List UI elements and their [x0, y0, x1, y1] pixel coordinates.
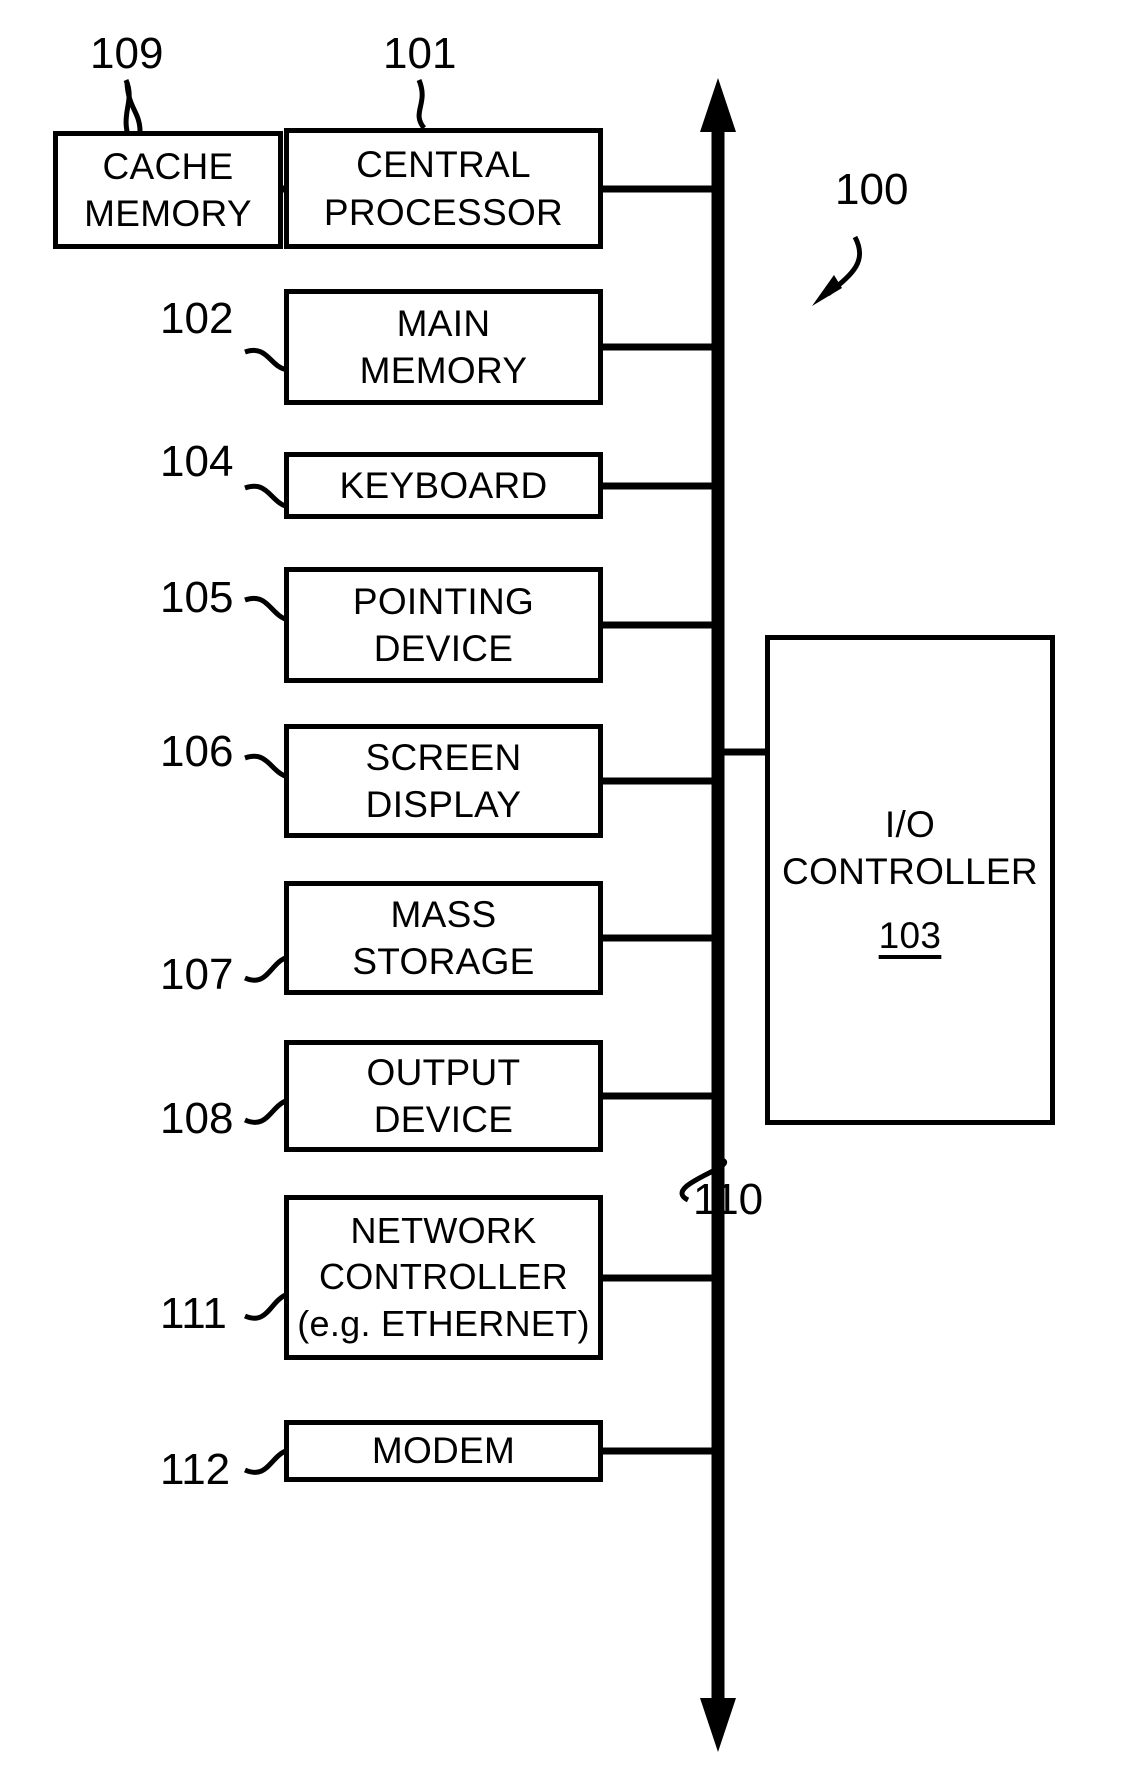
block-output-device[interactable]: OUTPUT DEVICE	[284, 1040, 603, 1152]
ref-104: 104	[160, 437, 234, 486]
block-mass-storage[interactable]: MASS STORAGE	[284, 881, 603, 995]
io-controller-ref: 103	[878, 914, 942, 956]
modem-line-1: MODEM	[371, 1430, 516, 1472]
pointing-device-line-1: POINTING	[352, 580, 535, 622]
ref-111: 111	[160, 1289, 227, 1338]
ref-110: 110	[693, 1175, 764, 1224]
io-controller-line-2: CONTROLLER	[782, 851, 1038, 893]
pointing-device-line-2: DEVICE	[373, 628, 514, 669]
block-pointing-device[interactable]: POINTING DEVICE	[284, 567, 603, 683]
output-device-line-1: OUTPUT	[366, 1051, 521, 1093]
block-keyboard[interactable]: KEYBOARD	[284, 452, 603, 519]
cache-memory-line-2: MEMORY	[84, 193, 252, 234]
block-main-memory[interactable]: MAIN MEMORY	[284, 289, 603, 405]
main-memory-line-1: MAIN	[396, 302, 491, 344]
ref-100: 100	[835, 165, 909, 214]
network-controller-line-2: CONTROLLER	[318, 1256, 569, 1298]
io-controller-line-1: I/O	[884, 803, 936, 845]
system-bus	[700, 78, 736, 1752]
central-processor-line-1: CENTRAL	[356, 144, 531, 186]
ref-102: 102	[160, 294, 234, 343]
ref-112: 112	[160, 1445, 231, 1494]
bus-stubs	[603, 185, 714, 1455]
network-controller-line-3: (e.g. ETHERNET)	[297, 1302, 590, 1344]
patent-figure: 109 101 100 102 104 105 106 107 108 110 …	[0, 0, 1131, 1772]
network-controller-line-1: NETWORK	[350, 1210, 537, 1252]
main-memory-line-2: MEMORY	[359, 350, 528, 391]
system-ref-arrow	[812, 235, 863, 306]
screen-display-line-2: DISPLAY	[365, 784, 522, 825]
ref-106: 106	[160, 727, 234, 776]
cache-memory-line-1: CACHE	[102, 145, 234, 187]
ref-105: 105	[160, 573, 234, 622]
mass-storage-line-1: MASS	[390, 893, 497, 935]
ref-108: 108	[160, 1094, 234, 1143]
ref-101: 101	[383, 29, 457, 78]
block-central-processor[interactable]: CENTRAL PROCESSOR	[284, 128, 603, 249]
block-modem[interactable]: MODEM	[284, 1420, 603, 1482]
ref-109: 109	[90, 29, 164, 78]
ref-107: 107	[160, 950, 234, 999]
output-device-line-2: DEVICE	[373, 1099, 514, 1140]
screen-display-line-1: SCREEN	[365, 736, 522, 778]
central-processor-line-2: PROCESSOR	[323, 191, 564, 233]
block-screen-display[interactable]: SCREEN DISPLAY	[284, 724, 603, 838]
keyboard-line-1: KEYBOARD	[339, 464, 548, 506]
block-cache-memory[interactable]: CACHE MEMORY	[53, 131, 283, 249]
block-io-controller[interactable]: I/O CONTROLLER 103	[765, 635, 1055, 1125]
mass-storage-line-2: STORAGE	[352, 941, 535, 982]
block-network-controller[interactable]: NETWORK CONTROLLER (e.g. ETHERNET)	[284, 1195, 603, 1360]
